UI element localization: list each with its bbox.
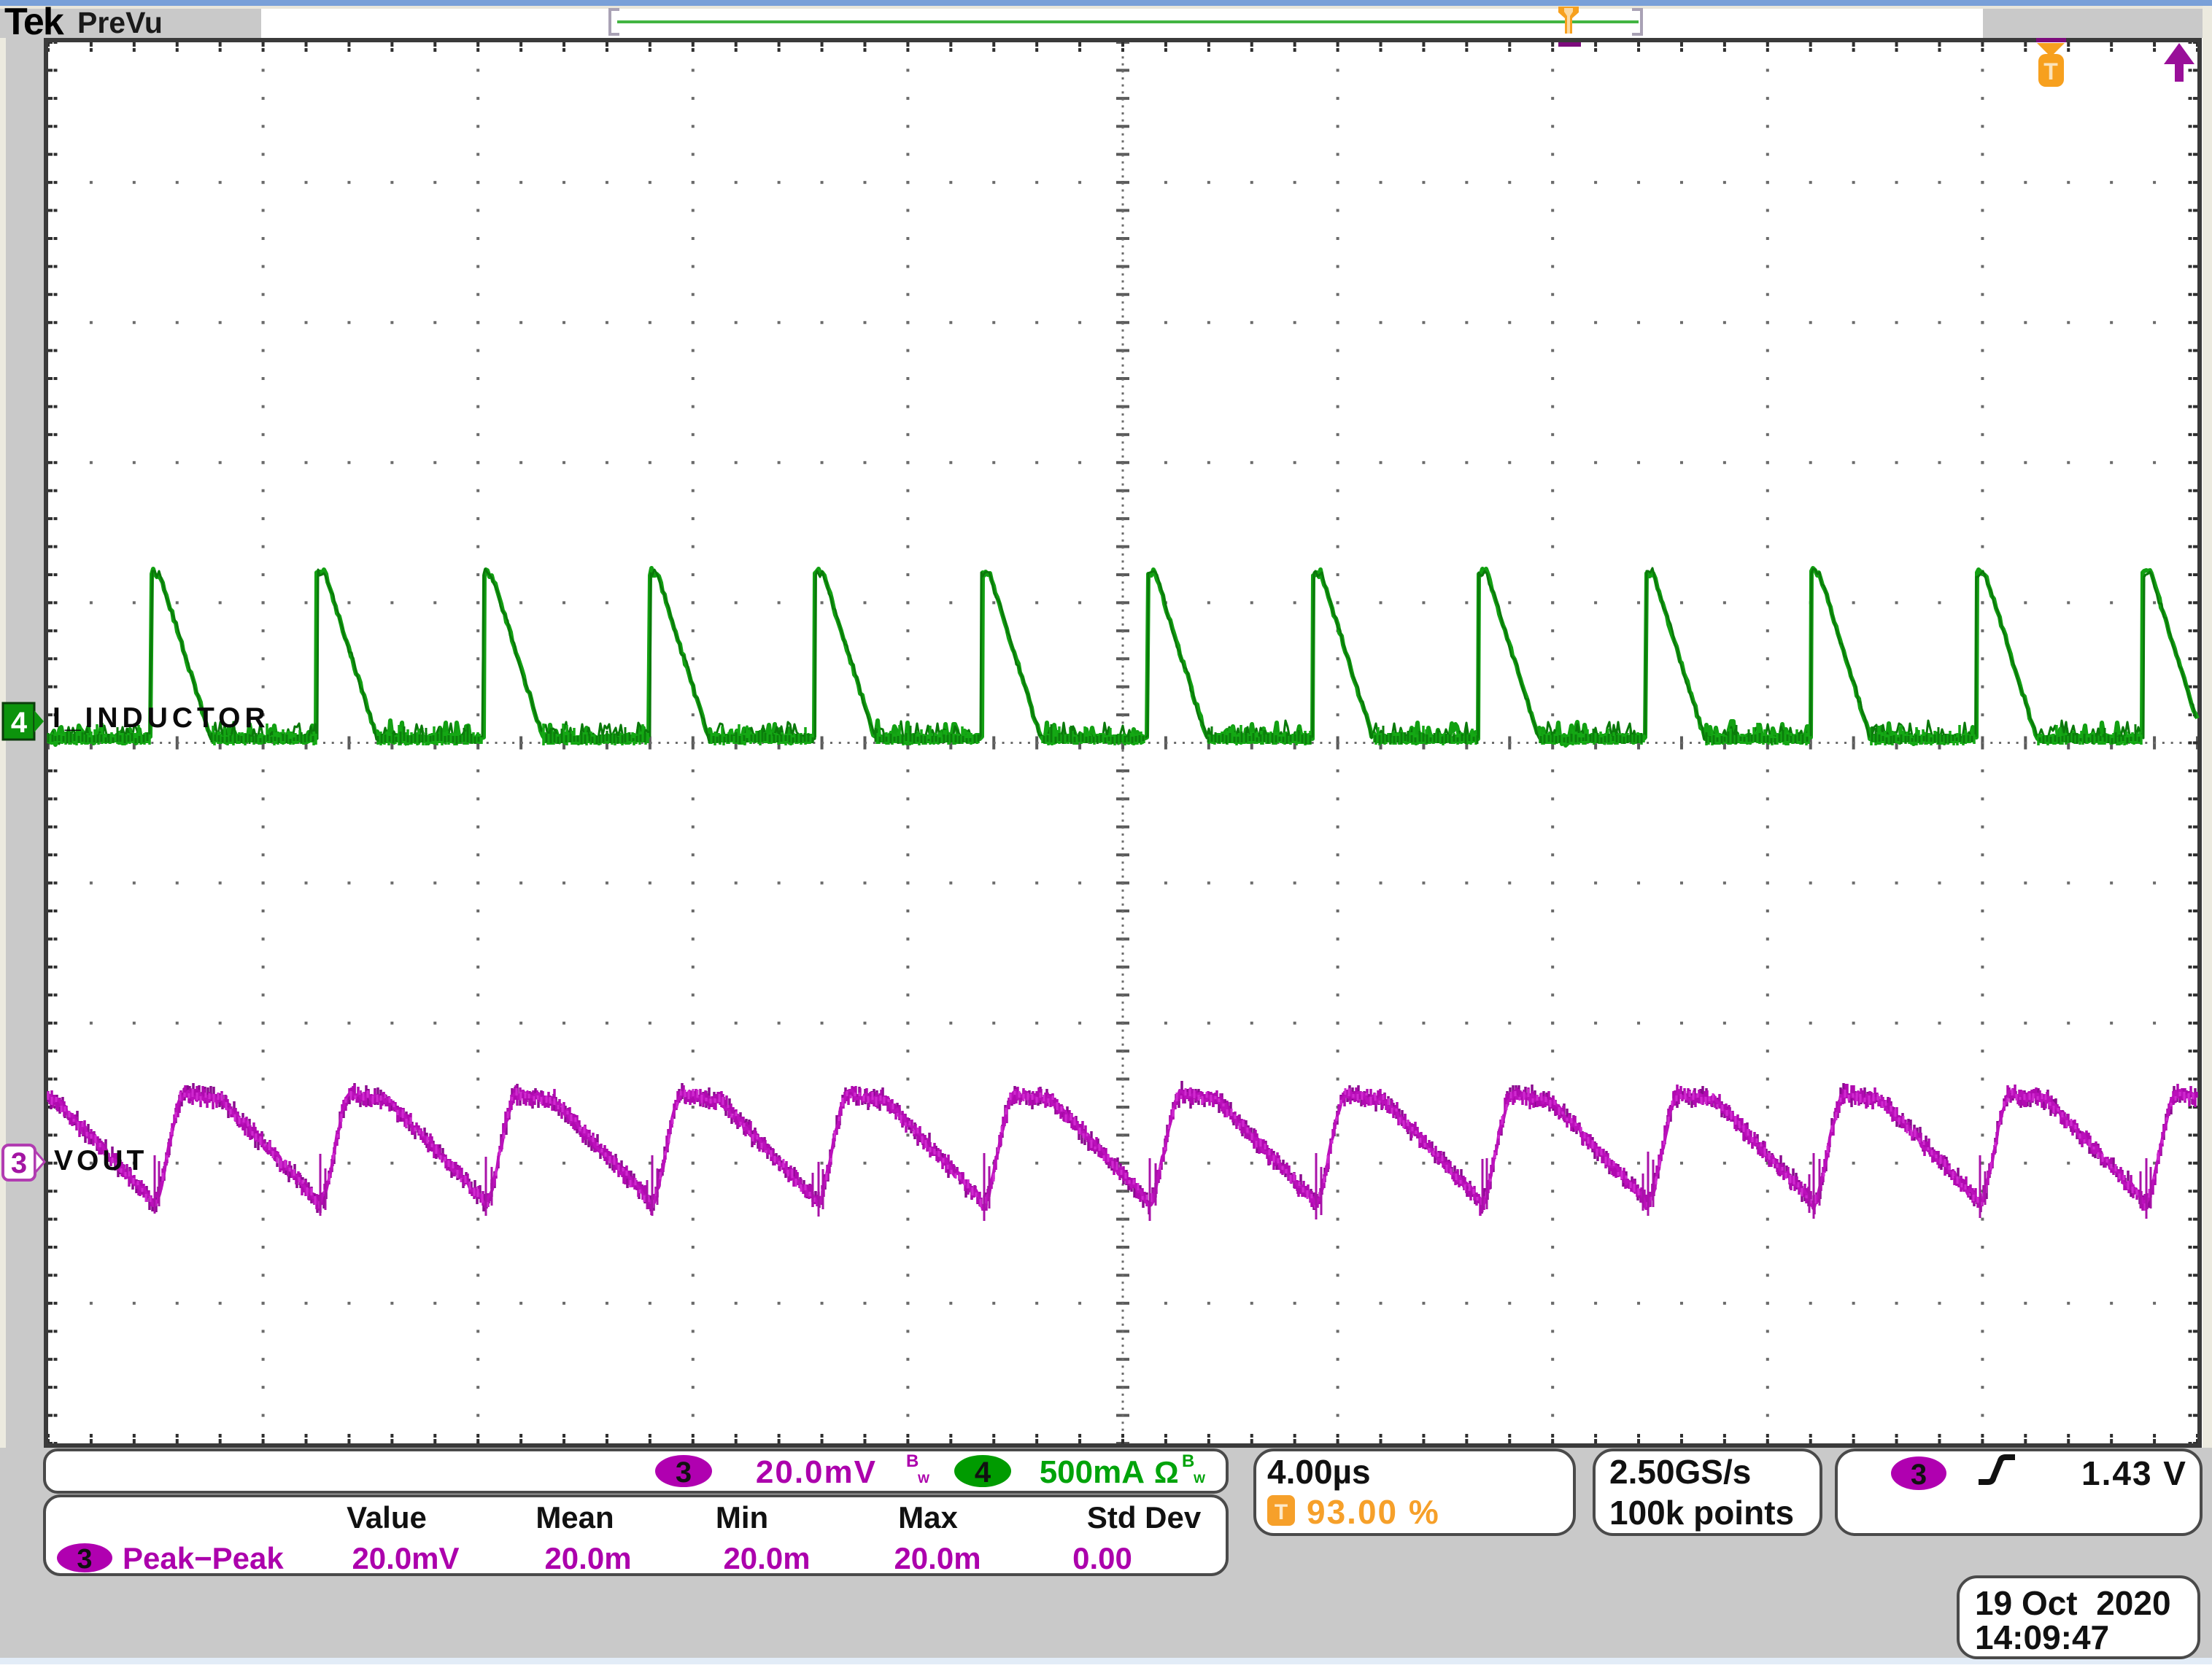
svg-text:4.00µs: 4.00µs — [1267, 1453, 1371, 1491]
svg-text:VOUT: VOUT — [54, 1145, 147, 1176]
svg-text:3: 3 — [1911, 1459, 1927, 1491]
svg-text:T: T — [1275, 1500, 1288, 1524]
svg-text:3: 3 — [676, 1456, 692, 1489]
svg-text:4: 4 — [11, 707, 28, 739]
svg-text:I_INDUCTOR: I_INDUCTOR — [53, 702, 270, 734]
svg-text:W: W — [1194, 1472, 1206, 1486]
svg-text:PreVu: PreVu — [77, 6, 163, 39]
svg-text:Min: Min — [716, 1500, 768, 1535]
svg-text:500mA: 500mA — [1040, 1454, 1145, 1490]
svg-text:B: B — [1182, 1451, 1194, 1471]
svg-text:20.0mV: 20.0mV — [756, 1454, 877, 1490]
svg-text:19 Oct 2020: 19 Oct 2020 — [1975, 1584, 2171, 1622]
svg-text:Std Dev: Std Dev — [1087, 1500, 1202, 1535]
svg-text:Peak−Peak: Peak−Peak — [123, 1541, 284, 1575]
svg-text:T: T — [2043, 58, 2058, 85]
svg-text:3: 3 — [11, 1147, 27, 1179]
svg-text:20.0m: 20.0m — [723, 1541, 810, 1575]
svg-text:W: W — [918, 1472, 930, 1486]
svg-text:20.0m: 20.0m — [544, 1541, 631, 1575]
svg-text:Mean: Mean — [535, 1500, 614, 1535]
svg-text:2.50GS/s: 2.50GS/s — [1609, 1453, 1751, 1491]
svg-text:1.43 V: 1.43 V — [2081, 1454, 2187, 1492]
svg-text:100k points: 100k points — [1609, 1494, 1794, 1532]
svg-text:3: 3 — [77, 1544, 92, 1575]
svg-text:B: B — [906, 1451, 919, 1471]
svg-text:Ω: Ω — [1154, 1455, 1179, 1489]
svg-text:Tek: Tek — [4, 1, 64, 43]
svg-text:20.0m: 20.0m — [894, 1541, 981, 1575]
svg-text:20.0mV: 20.0mV — [352, 1541, 459, 1575]
svg-text:14:09:47: 14:09:47 — [1975, 1618, 2109, 1656]
svg-text:0.00: 0.00 — [1072, 1541, 1132, 1575]
svg-text:4: 4 — [975, 1456, 991, 1489]
svg-text:Max: Max — [898, 1500, 958, 1535]
svg-text:93.00 %: 93.00 % — [1307, 1493, 1440, 1531]
svg-text:Value: Value — [347, 1500, 427, 1535]
